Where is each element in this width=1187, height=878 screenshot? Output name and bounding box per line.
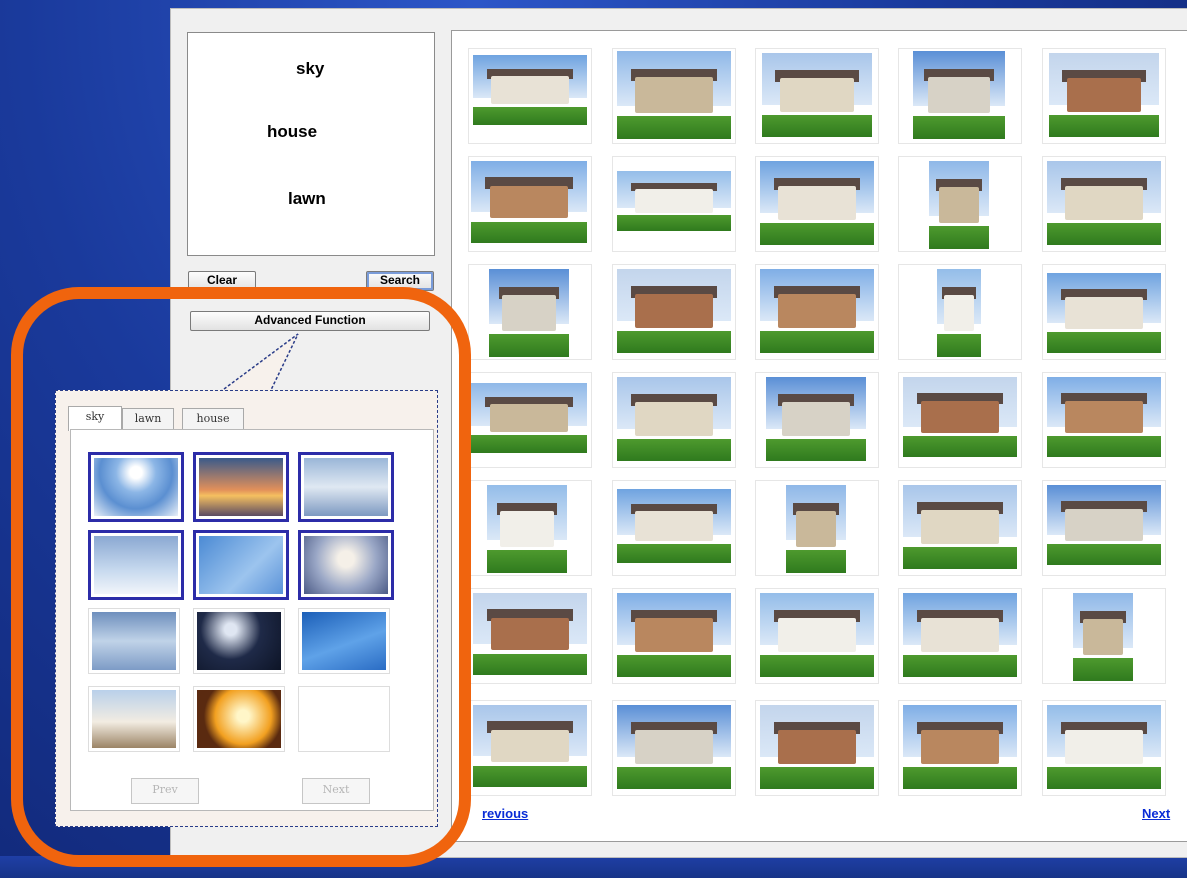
- result-thumbnail[interactable]: [612, 156, 736, 252]
- result-thumbnail[interactable]: [898, 372, 1022, 468]
- result-thumbnail[interactable]: [468, 588, 592, 684]
- result-thumbnail[interactable]: [1042, 264, 1166, 360]
- result-thumbnail[interactable]: [468, 700, 592, 796]
- result-thumbnail[interactable]: [898, 156, 1022, 252]
- query-word-house: house: [267, 122, 318, 141]
- sky-sample-thumbnail[interactable]: [298, 608, 390, 674]
- sky-sample-thumbnail[interactable]: [193, 452, 289, 522]
- result-thumbnail[interactable]: [468, 480, 592, 576]
- result-thumbnail[interactable]: [755, 264, 879, 360]
- panel-prev-button[interactable]: Prev: [131, 778, 199, 804]
- sky-sample-thumbnail[interactable]: [88, 686, 180, 752]
- tab-house[interactable]: house: [182, 408, 244, 431]
- empty-slot: [298, 686, 390, 752]
- sky-sample-thumbnail[interactable]: [193, 686, 285, 752]
- query-word-lawn: lawn: [288, 189, 326, 208]
- result-thumbnail[interactable]: [612, 588, 736, 684]
- result-thumbnail[interactable]: [468, 48, 592, 144]
- result-thumbnail[interactable]: [755, 480, 879, 576]
- sky-sample-thumbnail[interactable]: [298, 452, 394, 522]
- sky-sample-thumbnail[interactable]: [298, 530, 394, 600]
- result-thumbnail[interactable]: [468, 264, 592, 360]
- result-thumbnail[interactable]: [1042, 588, 1166, 684]
- result-thumbnail[interactable]: [755, 588, 879, 684]
- result-thumbnail[interactable]: [898, 588, 1022, 684]
- callout-pointer: [219, 333, 299, 393]
- next-link[interactable]: Next: [1142, 806, 1170, 821]
- result-thumbnail[interactable]: [898, 264, 1022, 360]
- sky-sample-thumbnail[interactable]: [193, 530, 289, 600]
- tab-lawn[interactable]: lawn: [122, 408, 174, 431]
- result-thumbnail[interactable]: [612, 372, 736, 468]
- result-thumbnail[interactable]: [468, 372, 592, 468]
- result-thumbnail[interactable]: [1042, 372, 1166, 468]
- query-canvas[interactable]: sky house lawn: [187, 32, 435, 256]
- result-thumbnail[interactable]: [612, 48, 736, 144]
- sky-sample-thumbnail[interactable]: [88, 452, 184, 522]
- result-thumbnail[interactable]: [1042, 48, 1166, 144]
- sky-sample-thumbnail[interactable]: [88, 608, 180, 674]
- result-thumbnail[interactable]: [755, 156, 879, 252]
- result-thumbnail[interactable]: [755, 48, 879, 144]
- result-thumbnail[interactable]: [1042, 156, 1166, 252]
- result-thumbnail[interactable]: [612, 264, 736, 360]
- sky-sample-thumbnail[interactable]: [193, 608, 285, 674]
- result-thumbnail[interactable]: [755, 700, 879, 796]
- result-thumbnail[interactable]: [612, 480, 736, 576]
- panel-next-button[interactable]: Next: [302, 778, 370, 804]
- previous-link[interactable]: revious: [482, 806, 528, 821]
- result-thumbnail[interactable]: [898, 480, 1022, 576]
- result-thumbnail[interactable]: [755, 372, 879, 468]
- result-thumbnail[interactable]: [468, 156, 592, 252]
- result-thumbnail[interactable]: [898, 48, 1022, 144]
- result-thumbnail[interactable]: [612, 700, 736, 796]
- tab-sky[interactable]: sky: [68, 406, 122, 431]
- result-thumbnail[interactable]: [1042, 480, 1166, 576]
- sky-sample-thumbnail[interactable]: [88, 530, 184, 600]
- query-word-sky: sky: [296, 59, 325, 78]
- result-thumbnail[interactable]: [1042, 700, 1166, 796]
- result-thumbnail[interactable]: [898, 700, 1022, 796]
